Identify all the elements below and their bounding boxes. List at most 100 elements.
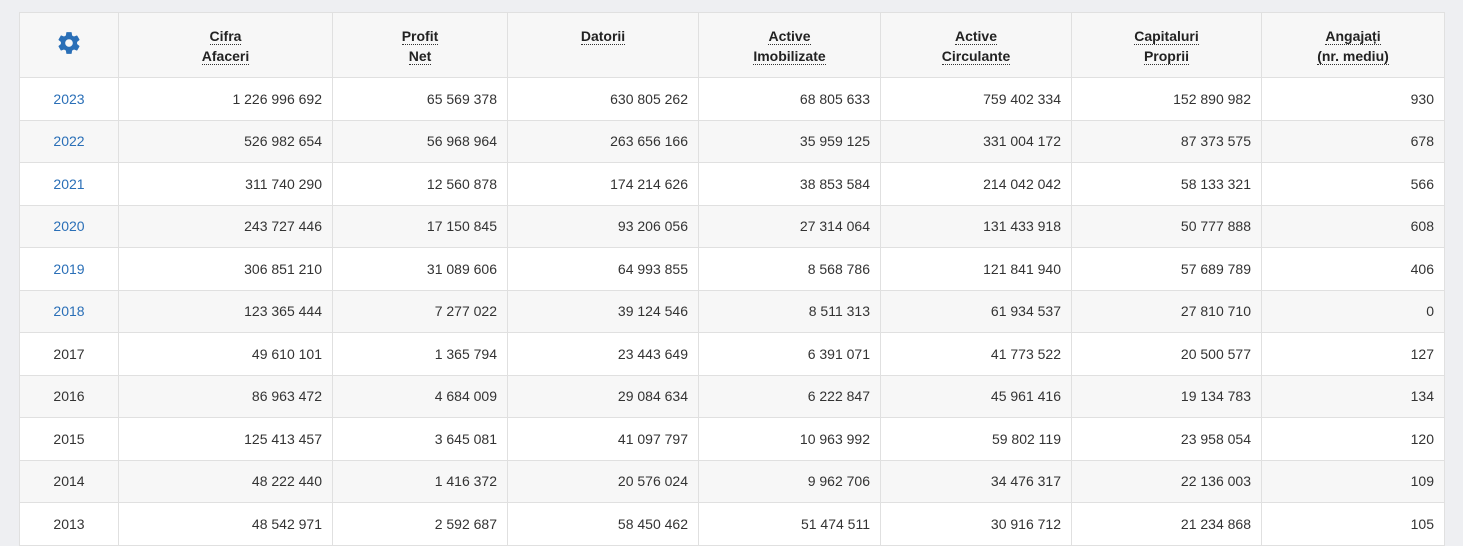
table-cell: 20 576 024: [507, 459, 699, 503]
table-row: 2016 86 963 472 4 684 009 29 084 634 6 222 8…: [19, 374, 1445, 418]
table-row: 2023 1 226 996 692 65 569 378 630 805 262 68…: [19, 77, 1445, 121]
column-header-capitaluri-proprii[interactable]: Capitaluri Proprii: [1071, 12, 1262, 78]
financial-table-container: Cifra Afaceri Profit Net Datorii Active …: [19, 12, 1445, 546]
table-cell: 125 413 457: [118, 417, 333, 461]
table-cell: 630 805 262: [507, 77, 699, 121]
table-cell: 61 934 537: [880, 289, 1072, 333]
table-cell: 109: [1261, 459, 1445, 503]
table-cell: 311 740 290: [118, 162, 333, 206]
table-cell: 86 963 472: [118, 374, 333, 418]
column-header-line2: Imobilizate: [753, 48, 826, 65]
column-header-cifra-afaceri[interactable]: Cifra Afaceri: [118, 12, 333, 78]
column-header-line1: Active: [768, 28, 811, 45]
table-cell: 50 777 888: [1071, 204, 1262, 248]
table-row: 2017 49 610 101 1 365 794 23 443 649 6 391 0…: [19, 332, 1445, 376]
column-header-line1: Cifra: [209, 28, 242, 45]
table-row: 2020 243 727 446 17 150 845 93 206 056 27 31…: [19, 204, 1445, 248]
table-row: 2021 311 740 290 12 560 878 174 214 626 38 8…: [19, 162, 1445, 206]
table-cell: 3 645 081: [332, 417, 508, 461]
table-body: 2023 1 226 996 692 65 569 378 630 805 262 68…: [19, 77, 1445, 546]
table-cell: 930: [1261, 77, 1445, 121]
year-cell: 2017: [19, 332, 119, 376]
year-cell: 2013: [19, 502, 119, 546]
table-cell: 39 124 546: [507, 289, 699, 333]
table-cell: 35 959 125: [698, 119, 881, 163]
table-cell: 127: [1261, 332, 1445, 376]
table-cell: 12 560 878: [332, 162, 508, 206]
table-cell: 406: [1261, 247, 1445, 291]
table-cell: 121 841 940: [880, 247, 1072, 291]
column-header-line2: Proprii: [1143, 48, 1190, 65]
table-cell: 19 134 783: [1071, 374, 1262, 418]
year-link[interactable]: 2019: [19, 247, 119, 291]
column-header-line1: Datorii: [580, 28, 626, 45]
table-cell: 134: [1261, 374, 1445, 418]
year-link[interactable]: 2021: [19, 162, 119, 206]
year-link[interactable]: 2018: [19, 289, 119, 333]
year-link[interactable]: 2022: [19, 119, 119, 163]
table-cell: 678: [1261, 119, 1445, 163]
table-cell: 59 802 119: [880, 417, 1072, 461]
table-cell: 152 890 982: [1071, 77, 1262, 121]
table-cell: 41 097 797: [507, 417, 699, 461]
table-cell: 21 234 868: [1071, 502, 1262, 546]
table-cell: 31 089 606: [332, 247, 508, 291]
table-cell: 34 476 317: [880, 459, 1072, 503]
table-cell: 214 042 042: [880, 162, 1072, 206]
column-header-active-imobilizate[interactable]: Active Imobilizate: [698, 12, 881, 78]
column-header-line2: Net: [408, 48, 432, 65]
table-cell: 56 968 964: [332, 119, 508, 163]
table-cell: 1 365 794: [332, 332, 508, 376]
table-cell: 1 226 996 692: [118, 77, 333, 121]
gear-icon[interactable]: [56, 30, 82, 56]
table-header-row: Cifra Afaceri Profit Net Datorii Active …: [19, 12, 1445, 78]
column-header-line2: Afaceri: [201, 48, 250, 65]
table-cell: 58 450 462: [507, 502, 699, 546]
table-cell: 131 433 918: [880, 204, 1072, 248]
table-cell: 174 214 626: [507, 162, 699, 206]
table-cell: 93 206 056: [507, 204, 699, 248]
table-cell: 9 962 706: [698, 459, 881, 503]
column-header-datorii[interactable]: Datorii: [507, 12, 699, 78]
table-cell: 65 569 378: [332, 77, 508, 121]
table-cell: 6 391 071: [698, 332, 881, 376]
table-cell: 23 958 054: [1071, 417, 1262, 461]
table-cell: 0: [1261, 289, 1445, 333]
settings-header-cell[interactable]: [19, 12, 119, 78]
table-cell: 41 773 522: [880, 332, 1072, 376]
table-cell: 105: [1261, 502, 1445, 546]
table-cell: 30 916 712: [880, 502, 1072, 546]
year-cell: 2016: [19, 374, 119, 418]
table-cell: 87 373 575: [1071, 119, 1262, 163]
table-cell: 29 084 634: [507, 374, 699, 418]
table-cell: 49 610 101: [118, 332, 333, 376]
table-cell: 306 851 210: [118, 247, 333, 291]
table-cell: 27 314 064: [698, 204, 881, 248]
table-cell: 8 511 313: [698, 289, 881, 333]
column-header-line1: Capitaluri: [1134, 28, 1199, 45]
table-cell: 48 222 440: [118, 459, 333, 503]
column-header-active-circulante[interactable]: Active Circulante: [880, 12, 1072, 78]
table-cell: 20 500 577: [1071, 332, 1262, 376]
table-cell: 566: [1261, 162, 1445, 206]
table-cell: 331 004 172: [880, 119, 1072, 163]
column-header-line1: Active: [954, 28, 998, 45]
table-cell: 17 150 845: [332, 204, 508, 248]
table-cell: 58 133 321: [1071, 162, 1262, 206]
column-header-profit-net[interactable]: Profit Net: [332, 12, 508, 78]
column-header-angajati[interactable]: Angajați (nr. mediu): [1261, 12, 1445, 78]
table-cell: 38 853 584: [698, 162, 881, 206]
table-cell: 27 810 710: [1071, 289, 1262, 333]
table-cell: 6 222 847: [698, 374, 881, 418]
table-cell: 45 961 416: [880, 374, 1072, 418]
column-header-line1: Profit: [401, 28, 439, 45]
table-cell: 243 727 446: [118, 204, 333, 248]
table-cell: 120: [1261, 417, 1445, 461]
table-cell: 10 963 992: [698, 417, 881, 461]
year-link[interactable]: 2020: [19, 204, 119, 248]
year-link[interactable]: 2023: [19, 77, 119, 121]
table-row: 2015 125 413 457 3 645 081 41 097 797 10 963…: [19, 417, 1445, 461]
table-cell: 263 656 166: [507, 119, 699, 163]
table-cell: 4 684 009: [332, 374, 508, 418]
table-cell: 7 277 022: [332, 289, 508, 333]
